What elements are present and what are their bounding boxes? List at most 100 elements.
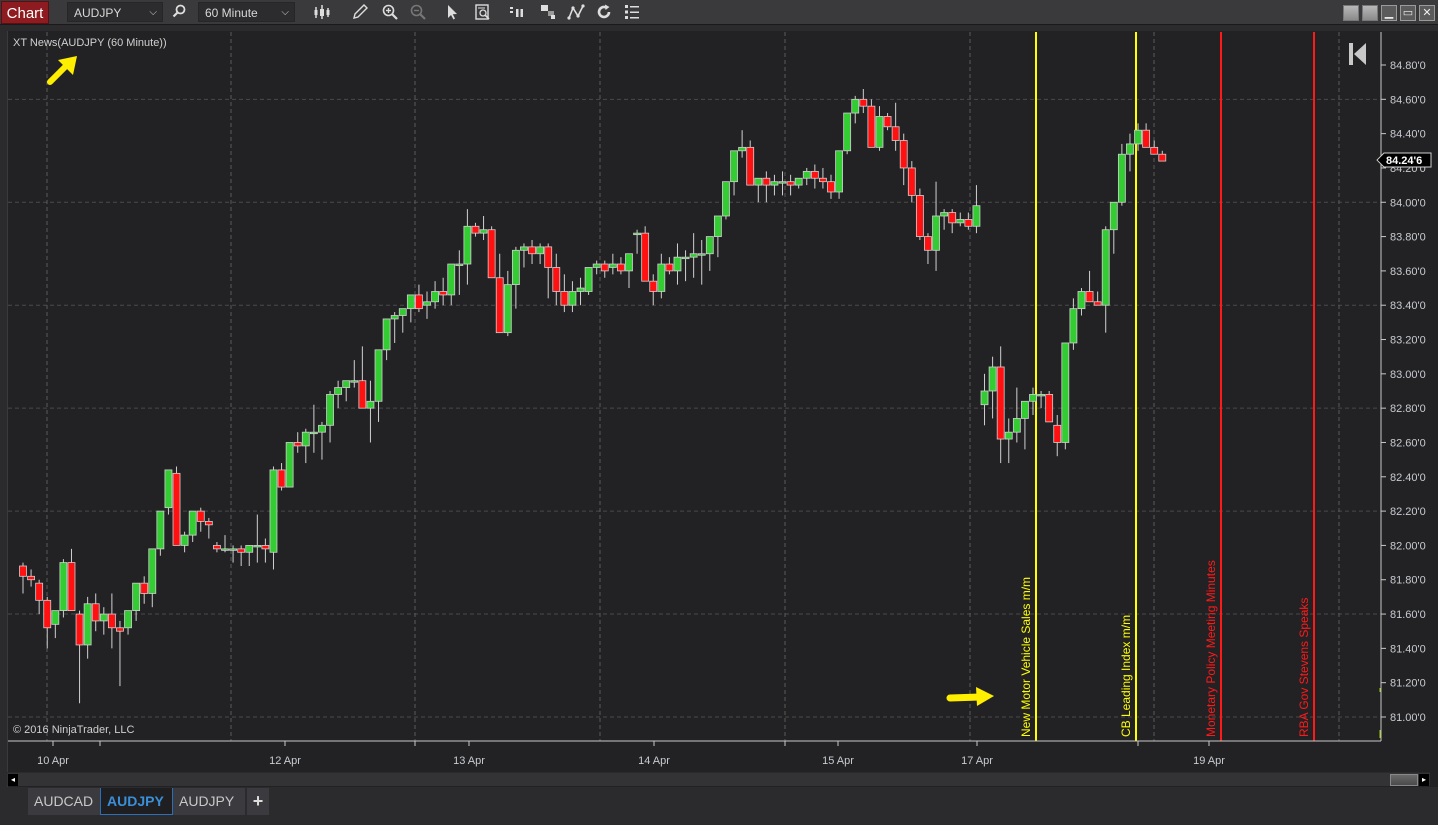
tab-audjpy-active[interactable]: AUDJPY: [100, 788, 173, 815]
candle: [713, 215, 722, 258]
candle-body: [277, 469, 286, 488]
candle: [1012, 387, 1021, 443]
candle: [1021, 400, 1029, 450]
candle: [83, 596, 92, 659]
candle: [124, 610, 132, 635]
candle: [576, 277, 585, 306]
candle: [487, 226, 496, 279]
candle: [350, 360, 359, 388]
scroll-right-arrow-icon[interactable]: ▸: [1419, 774, 1429, 786]
tab-audcad[interactable]: AUDCAD: [28, 788, 100, 815]
candle: [657, 253, 666, 299]
candle-body: [27, 575, 35, 581]
y-tick-label: 82.40'0: [1390, 472, 1426, 484]
candle: [116, 620, 124, 687]
candle: [511, 246, 520, 309]
candle-body: [326, 394, 334, 426]
candle-body: [964, 219, 973, 227]
candle: [156, 510, 165, 556]
candle-body: [948, 212, 957, 224]
candle: [1117, 143, 1126, 206]
candle-body: [221, 548, 229, 551]
y-tick-label: 82.60'0: [1390, 437, 1426, 449]
price-chart[interactable]: New Motor Vehicle Sales m/m CB Leading In…: [0, 0, 1438, 772]
candle-body: [1077, 291, 1086, 310]
tab-audjpy[interactable]: AUDJPY: [173, 788, 245, 815]
candle-body: [487, 229, 496, 279]
candle: [1158, 150, 1167, 162]
candle: [592, 260, 601, 275]
candle-body: [940, 212, 949, 217]
annotation-arrow-icon: [946, 687, 994, 706]
candle-body: [350, 380, 359, 383]
candle: [431, 281, 439, 309]
candle: [1004, 418, 1013, 464]
candle-body: [697, 253, 706, 256]
candle: [681, 250, 690, 282]
candle-body: [1158, 153, 1167, 162]
candle: [875, 106, 884, 151]
candle-body: [334, 387, 343, 395]
candle-body: [188, 510, 197, 536]
add-tab-button[interactable]: +: [247, 788, 269, 815]
candle: [309, 404, 318, 453]
candle: [843, 112, 852, 155]
candle: [245, 545, 254, 567]
news-event-label: New Motor Vehicle Sales m/m: [1019, 577, 1033, 737]
candle-body: [196, 510, 205, 522]
candle: [358, 346, 367, 409]
candle-body: [107, 613, 116, 629]
candle: [447, 263, 456, 306]
candle: [75, 610, 84, 704]
candle-body: [762, 177, 771, 186]
candle: [649, 274, 658, 306]
candle-body: [374, 349, 383, 402]
y-tick-label: 84.00'0: [1390, 197, 1426, 209]
candle: [221, 535, 229, 553]
candle-body: [471, 225, 480, 234]
annotation-arrow-icon: [47, 56, 77, 85]
candle: [722, 181, 730, 220]
candle-body: [116, 627, 124, 632]
scroll-to-start-icon[interactable]: [1348, 42, 1368, 66]
candle-body: [568, 291, 577, 306]
y-tick-label: 83.40'0: [1390, 300, 1426, 312]
candle: [334, 380, 343, 409]
y-tick-label: 82.80'0: [1390, 403, 1426, 415]
candle-body: [293, 442, 302, 447]
news-event-label: Monetary Policy Meeting Minutes: [1204, 560, 1218, 737]
candle: [996, 346, 1005, 464]
candle: [746, 140, 755, 186]
y-tick-label: 83.80'0: [1390, 232, 1426, 244]
candle-body: [754, 177, 763, 186]
candle-body: [988, 366, 997, 392]
candle-body: [269, 469, 278, 553]
candle-body: [1093, 301, 1102, 306]
candle-body: [91, 603, 100, 622]
y-tick-label: 83.20'0: [1390, 335, 1426, 347]
candle-body: [915, 194, 924, 237]
candle: [560, 274, 569, 313]
y-tick-label: 84.40'0: [1390, 129, 1426, 141]
candle: [907, 161, 916, 203]
horizontal-scrollbar[interactable]: ◂ ▸: [7, 772, 1430, 786]
candle-body: [406, 294, 415, 310]
candle-body: [398, 308, 407, 316]
x-tick-label: 19 Apr: [1193, 755, 1225, 767]
candle-body: [67, 562, 76, 612]
candle-body: [382, 318, 391, 351]
candle-body: [342, 380, 351, 388]
candle: [204, 517, 213, 539]
candle-body: [608, 263, 617, 268]
candle: [188, 510, 197, 542]
x-tick-label: 13 Apr: [453, 755, 485, 767]
candle: [600, 260, 609, 278]
candle: [810, 164, 819, 189]
candle-body: [1029, 394, 1037, 402]
candle: [390, 312, 399, 343]
scroll-left-arrow-icon[interactable]: ◂: [8, 774, 18, 786]
scroll-thumb[interactable]: [1390, 774, 1418, 786]
candle: [552, 253, 561, 306]
candle: [382, 318, 391, 361]
y-tick-label: 83.00'0: [1390, 369, 1426, 381]
